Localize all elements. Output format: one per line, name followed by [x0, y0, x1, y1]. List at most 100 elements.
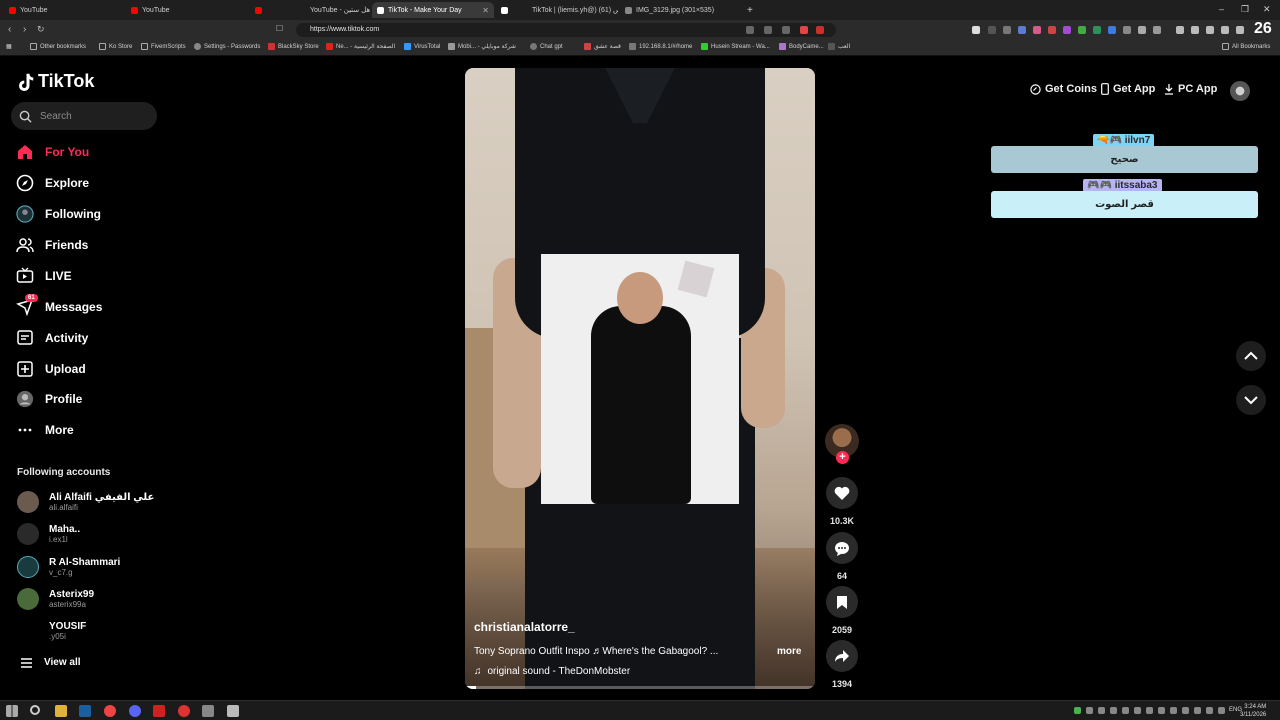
- following-account[interactable]: Ali Alfaifi علي الفيفي ali.alfaifi: [17, 489, 154, 515]
- next-video-button[interactable]: [1236, 385, 1266, 415]
- bookmark-item[interactable]: Settings - Passwords: [194, 43, 260, 50]
- extension-icon[interactable]: [1018, 26, 1026, 34]
- share-arrow-icon[interactable]: [826, 640, 858, 672]
- profile-icon[interactable]: [1221, 26, 1229, 34]
- bookmark-item[interactable]: Other bookmarks: [30, 43, 86, 50]
- nav-messages[interactable]: 61 Messages: [16, 294, 102, 318]
- bookmark-item[interactable]: قصة عشق: [584, 43, 621, 50]
- browser-tab[interactable]: YouTube: [126, 2, 246, 18]
- nav-profile[interactable]: Profile: [16, 388, 82, 410]
- following-account[interactable]: R Al-Shammari v_c7.g: [17, 554, 120, 580]
- tray-icon[interactable]: [1086, 707, 1093, 714]
- nav-friends[interactable]: Friends: [16, 234, 88, 256]
- settings-icon[interactable]: [1236, 26, 1244, 34]
- browser-tab[interactable]: TikTok | (liemis.yh@) الخميس (61): [496, 2, 618, 18]
- app-icon[interactable]: [178, 705, 190, 717]
- all-bookmarks[interactable]: All Bookmarks: [1222, 43, 1270, 50]
- forward-icon[interactable]: ›: [23, 24, 26, 35]
- video-progress-bar[interactable]: [465, 686, 815, 689]
- extension-icon[interactable]: [1123, 26, 1131, 34]
- extension-icon[interactable]: [1063, 26, 1071, 34]
- extension-icon[interactable]: [1003, 26, 1011, 34]
- extension-icon[interactable]: [1108, 26, 1116, 34]
- search-icon[interactable]: [30, 705, 40, 715]
- file-explorer-icon[interactable]: [55, 705, 67, 717]
- extension-icon[interactable]: [1153, 26, 1161, 34]
- tiktok-logo[interactable]: TikTok: [16, 71, 94, 92]
- bookmark-item[interactable]: VirusTotal: [404, 43, 440, 50]
- tray-icon[interactable]: [1182, 707, 1189, 714]
- share-icon[interactable]: [782, 26, 790, 34]
- tray-icon[interactable]: [1122, 707, 1129, 714]
- app-icon[interactable]: [227, 705, 239, 717]
- video-player[interactable]: christianalatorre_ Tony Soprano Outfit I…: [465, 68, 815, 689]
- heart-icon[interactable]: [826, 477, 858, 509]
- browser-tab-active[interactable]: TikTok - Make Your Day ✕: [372, 2, 494, 18]
- close-window-icon[interactable]: ✕: [1263, 4, 1271, 15]
- nav-upload[interactable]: Upload: [16, 358, 86, 380]
- get-coins-button[interactable]: Get Coins: [1030, 83, 1097, 95]
- extensions-puzzle-icon[interactable]: [1206, 26, 1214, 34]
- bookmark-star-icon[interactable]: ☐: [276, 24, 283, 33]
- bookmark-item[interactable]: BodyCame...: [779, 43, 824, 50]
- bookmark-item[interactable]: FivemScripts: [141, 43, 186, 50]
- media-icon[interactable]: [1176, 26, 1184, 34]
- tray-icon[interactable]: [1194, 707, 1201, 714]
- zoom-icon[interactable]: [746, 26, 754, 34]
- comment-icon[interactable]: [826, 532, 858, 564]
- bookmark-item[interactable]: BlackSky Store: [268, 43, 319, 50]
- reload-icon[interactable]: ↻: [37, 24, 45, 35]
- tray-icon[interactable]: [1158, 707, 1165, 714]
- following-account[interactable]: YOUSIF .y05i: [17, 618, 86, 644]
- nav-explore[interactable]: Explore: [16, 172, 89, 194]
- nav-more[interactable]: More: [16, 419, 74, 441]
- browser-tab[interactable]: YouTube: [4, 2, 124, 18]
- discord-icon[interactable]: [129, 705, 141, 717]
- pc-app-button[interactable]: PC App: [1164, 83, 1217, 95]
- video-username[interactable]: christianalatorre_: [474, 620, 575, 634]
- apps-grid-icon[interactable]: ▦: [6, 43, 12, 50]
- bookmark-item[interactable]: العب: [828, 43, 850, 50]
- like-action[interactable]: 10.3K: [826, 477, 858, 526]
- bookmark-item[interactable]: 192.168.8.1/#/home: [629, 43, 692, 50]
- minimize-icon[interactable]: –: [1219, 4, 1224, 14]
- search-box[interactable]: [11, 102, 157, 130]
- bookmark-icon[interactable]: [826, 586, 858, 618]
- restore-icon[interactable]: ❐: [1241, 4, 1249, 15]
- address-bar[interactable]: https://www.tiktok.com: [296, 23, 836, 37]
- tray-icon[interactable]: [1074, 707, 1081, 714]
- download-icon[interactable]: [1191, 26, 1199, 34]
- nav-for-you[interactable]: For You: [16, 141, 89, 163]
- valorant-icon[interactable]: [153, 705, 165, 717]
- tray-icon[interactable]: [1170, 707, 1177, 714]
- bookmark-item[interactable]: Chat gpt: [530, 43, 563, 50]
- save-action[interactable]: 2059: [826, 586, 858, 635]
- volume-icon[interactable]: [1218, 707, 1225, 714]
- share-action[interactable]: 1394: [826, 640, 858, 689]
- comment-action[interactable]: 64: [826, 532, 858, 581]
- browser-tab[interactable]: IMG_3129.jpg (301×535): [620, 2, 740, 18]
- previous-video-button[interactable]: [1236, 341, 1266, 371]
- user-avatar[interactable]: [1230, 81, 1250, 101]
- bookmark-item[interactable]: Mobi... - شركة موبايلي: [448, 43, 516, 50]
- following-account[interactable]: Asterix99 asterix99a: [17, 586, 94, 612]
- bookmark-item[interactable]: Husein Stream - Wa...: [701, 43, 770, 50]
- following-account[interactable]: Maha.. i.ex1l: [17, 521, 80, 547]
- extension-icon[interactable]: [1078, 26, 1086, 34]
- nav-live[interactable]: LIVE: [16, 265, 72, 287]
- back-icon[interactable]: ‹: [8, 24, 11, 35]
- windows-start-icon[interactable]: [6, 705, 18, 717]
- extension-icon[interactable]: [1033, 26, 1041, 34]
- new-tab-button[interactable]: +: [742, 2, 756, 18]
- get-app-button[interactable]: Get App: [1101, 83, 1155, 95]
- app-icon[interactable]: [202, 705, 214, 717]
- extension-icon[interactable]: [988, 26, 996, 34]
- follow-plus-button[interactable]: +: [836, 451, 849, 464]
- extension-icon[interactable]: [1138, 26, 1146, 34]
- tray-icon[interactable]: [1098, 707, 1105, 714]
- tray-icon[interactable]: [1146, 707, 1153, 714]
- bookmark-item[interactable]: Ne... - الصفحة الرئيسية: [326, 43, 395, 50]
- nav-following[interactable]: Following: [16, 203, 101, 225]
- browser-tab[interactable]: YouTube - باهل ستين: [250, 2, 370, 18]
- video-sound[interactable]: ♫ original sound - TheDonMobster: [474, 666, 630, 677]
